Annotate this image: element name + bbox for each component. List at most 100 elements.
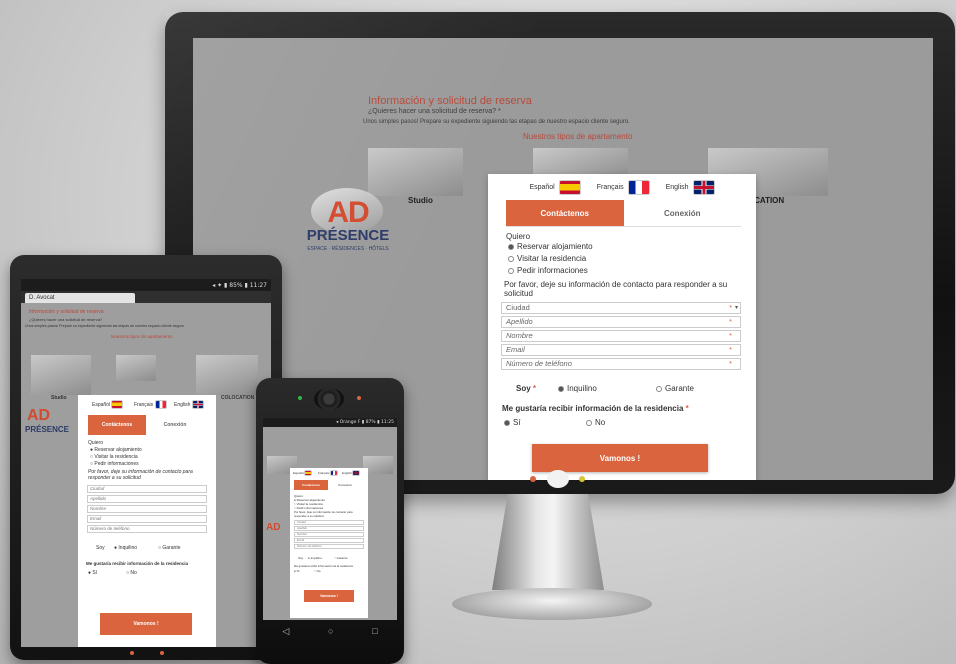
required-mark: * [729,345,732,354]
reservation-question: ¿Quieres hacer una solicitud de reserva?… [368,108,501,115]
radio-visitar[interactable]: ○ Visitar la residencia [90,454,138,460]
apartment-types-heading[interactable]: Nuestros tipos de apartamento [523,132,632,141]
info-question: Me gustaría recibir información de la re… [86,561,189,566]
email-field[interactable]: Email [294,538,364,543]
ciudad-select[interactable]: Ciudad [294,520,364,525]
flag-gb-icon [692,180,715,195]
indicator-dot [579,476,585,482]
lang-es[interactable]: Español [293,470,312,476]
radio-dot [508,243,514,250]
radio-inquilino[interactable]: ● Inquilino [114,545,137,551]
contact-prompt: Por favor, deje su información de contac… [504,280,728,298]
home-icon[interactable]: ○ [328,626,333,636]
contact-prompt: Por favor, deje su información de contac… [294,510,353,518]
nombre-field[interactable]: Nombre * [501,330,741,342]
lang-es[interactable]: Español [92,400,124,409]
lang-label: English [342,470,352,475]
phone-field[interactable]: Número de teléfono * [501,358,741,370]
lang-fr-label: Français [596,184,624,191]
radio-label: Sí [296,569,300,573]
lang-es-label: Español [529,184,555,191]
radio-si[interactable]: ● Sí [88,570,97,576]
radio-pedir[interactable]: ○ Pedir informaciones [90,461,139,467]
radio-reservar[interactable]: Reservar alojamiento [508,242,593,251]
form-tabs: Contáctenos Conexión [506,200,741,227]
tile-caption-colocation: COLOCATION [221,395,255,401]
radio-si[interactable]: ● Sí [294,569,300,573]
tab-conexion[interactable]: Conexión [146,415,204,435]
intro-text: Unos simples pasos! Prepare su expedient… [25,324,185,328]
apartment-tile-studio[interactable] [31,355,91,395]
lang-en[interactable]: English [666,180,715,195]
flag-es-icon [558,180,581,195]
radio-inquilino[interactable]: ● Inquilino [308,556,322,560]
submit-button[interactable]: Vamonos ! [304,590,354,602]
tablet-screen: ◂ ✦ ▮ 85% ▮ 11:27 D. Avocat Información … [21,279,271,647]
lang-en[interactable]: English [342,470,360,476]
radio-no[interactable]: ○ No [126,570,137,576]
lang-label: English [174,401,191,408]
email-field[interactable]: Email [87,515,207,523]
radio-label: Inquilino [567,384,597,393]
submit-button[interactable]: Vamonos ! [100,613,192,635]
tab-contactenos[interactable]: Contáctenos [294,480,328,490]
lang-label: Español [293,470,304,475]
tab-conexion[interactable]: Conexión [623,200,741,226]
radio-garante[interactable]: ○ Garante [334,556,348,560]
page-title: Información y solicitud de reserva [29,309,104,315]
apellido-field[interactable]: Apellido [87,495,207,503]
soy-label: Soy [298,556,304,560]
apellido-field[interactable]: Apellido * [501,316,741,328]
indicator-dot [130,651,134,655]
apartment-tile-colocation[interactable] [196,355,258,395]
tab-contactenos[interactable]: Contáctenos [506,200,624,226]
radio-reservar[interactable]: ● Reservar alojamiento [90,447,142,453]
tile-caption-studio: Studio [408,196,433,205]
radio-si[interactable]: Sí [504,418,521,427]
info-question: Me gustaría recibir información de la re… [294,564,353,568]
apartment-types-heading[interactable]: Nuestros tipos de apartamento [111,334,173,339]
ciudad-select[interactable]: Ciudad [87,485,207,493]
radio-inquilino[interactable]: Inquilino [558,384,597,393]
info-question-text: Me gustaría recibir información de la re… [502,404,684,413]
radio-garante[interactable]: Garante [656,384,694,393]
page-title: Información y solicitud de reserva [368,95,532,107]
nombre-field[interactable]: Nombre [87,505,207,513]
apellido-field[interactable]: Apellido [294,526,364,531]
radio-pedir[interactable]: Pedir informaciones [508,266,588,275]
tab-conexion[interactable]: Conexión [328,480,362,490]
radio-garante[interactable]: ○ Garante [158,545,181,551]
browser-tab[interactable]: D. Avocat [25,293,135,303]
radio-no[interactable]: ○ No [314,569,321,573]
flag-fr-icon [329,470,338,476]
field-placeholder: Nombre [506,331,533,340]
flag-es-icon [303,470,312,476]
ciudad-select[interactable]: Ciudad * ▾ [501,302,741,314]
flag-gb-icon [351,470,360,476]
email-field[interactable]: Email * [501,344,741,356]
intro-text: Unos simples pasos! Prepare su expedient… [363,119,630,125]
apartment-tile-2[interactable] [116,355,156,381]
nombre-field[interactable]: Nombre [294,532,364,537]
radio-label: Pedir informaciones [517,266,588,275]
info-question: Me gustaría recibir información de la re… [502,404,689,413]
tab-contactenos[interactable]: Contáctenos [88,415,146,435]
radio-label: Inquilino [310,556,322,560]
lang-en[interactable]: English [174,400,204,409]
lang-fr[interactable]: Français [318,470,338,476]
lang-fr[interactable]: Français [134,400,167,409]
radio-no[interactable]: No [586,418,605,427]
lang-fr[interactable]: Français [597,180,650,195]
reservation-form: Español Français English Contáctenos Con… [488,174,756,480]
indicator-dot [160,651,164,655]
submit-button[interactable]: Vamonos ! [532,444,708,472]
android-nav-bar: ◁ ○ □ [263,622,397,640]
phone-field[interactable]: Número de teléfono [294,544,364,549]
soy-label: Soy * [516,384,536,393]
recent-apps-icon[interactable]: □ [372,626,377,636]
lang-es[interactable]: Español [529,180,581,195]
tile-caption-studio: Studio [51,395,67,401]
radio-visitar[interactable]: Visitar la residencia [508,254,586,263]
back-icon[interactable]: ◁ [282,626,289,637]
phone-field[interactable]: Número de teléfono [87,525,207,533]
